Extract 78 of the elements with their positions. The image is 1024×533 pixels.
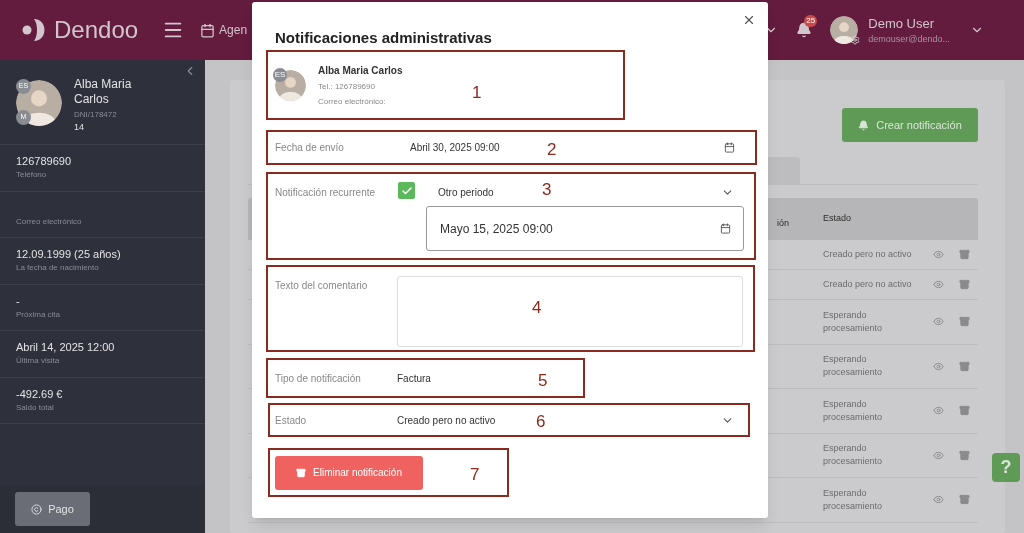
callout-number: 7 xyxy=(470,466,480,483)
view-icon[interactable] xyxy=(933,360,944,372)
end-date-field[interactable]: Mayo 15, 2025 09:00 xyxy=(426,206,744,251)
view-icon[interactable] xyxy=(933,249,944,260)
callout-number: 5 xyxy=(538,372,548,389)
info-value: 12.09.1999 (25 años) xyxy=(16,247,122,263)
recurrent-checkbox[interactable] xyxy=(398,182,415,199)
delete-icon[interactable] xyxy=(959,249,970,260)
notification-badge: 25 xyxy=(804,15,818,27)
patient-id: DNI/178472 xyxy=(74,109,118,121)
column-header: Estado xyxy=(823,213,852,223)
calendar-icon xyxy=(720,223,731,234)
bell-icon[interactable] xyxy=(796,22,813,38)
info-label: Correo electrónico xyxy=(16,215,83,228)
info-value: - xyxy=(16,293,21,309)
patient-name: Alba Maria Carlos xyxy=(74,77,133,107)
view-icon[interactable] xyxy=(933,316,944,328)
info-label: Teléfono xyxy=(16,169,48,182)
info-value: -492.69 € xyxy=(16,386,64,402)
delete-icon[interactable] xyxy=(959,449,970,461)
status-select[interactable]: Creado pero no activo xyxy=(397,412,496,428)
pay-button[interactable]: Pago xyxy=(15,492,90,526)
view-icon[interactable] xyxy=(933,279,944,290)
info-value: Abril 14, 2025 12:00 xyxy=(16,340,116,356)
status-cell-text: Esperando procesamiento xyxy=(823,308,884,335)
avatar-icon xyxy=(830,16,859,44)
field-label: Tipo de notificación xyxy=(275,371,362,386)
comment-textarea[interactable] xyxy=(397,276,743,347)
callout-number: 2 xyxy=(547,141,557,158)
status-cell-text: Esperando procesamiento xyxy=(823,397,884,424)
patient-number: 14 xyxy=(74,121,85,134)
brand-name: Dendoo xyxy=(54,15,139,45)
delete-icon[interactable] xyxy=(959,360,970,372)
bell-icon xyxy=(858,119,870,131)
delete-icon[interactable] xyxy=(959,494,970,506)
send-date-field[interactable]: Abril 30, 2025 09:00 xyxy=(410,140,500,155)
patient-email-label: Correo electrónico: xyxy=(318,95,387,108)
delete-icon[interactable] xyxy=(959,279,970,290)
status-cell-text: Creado pero no activo xyxy=(823,278,913,291)
user-name: Demo User xyxy=(868,14,936,33)
status-cell-text: Creado pero no activo xyxy=(823,248,913,261)
view-icon[interactable] xyxy=(933,494,944,506)
gear-icon xyxy=(850,35,861,45)
info-value: 126789690 xyxy=(16,154,73,170)
delete-icon[interactable] xyxy=(959,316,970,328)
calendar-icon[interactable] xyxy=(724,142,735,153)
view-icon[interactable] xyxy=(933,449,944,461)
trash-icon xyxy=(296,467,307,478)
period-select[interactable]: Otro periodo xyxy=(438,185,494,200)
dialog-title: Notificaciones administrativas xyxy=(275,28,493,48)
field-label: Fecha de envío xyxy=(275,141,345,155)
delete-icon[interactable] xyxy=(959,405,970,417)
patient-phone: Tel.: 126789690 xyxy=(318,80,376,93)
nav-link[interactable]: Agen xyxy=(219,21,248,39)
field-label: Notificación recurrente xyxy=(275,186,377,200)
close-icon[interactable] xyxy=(742,13,756,27)
info-label: Última visita xyxy=(16,355,61,368)
field-label: Texto del comentario xyxy=(275,279,369,293)
callout-number: 1 xyxy=(472,84,482,101)
coin-icon xyxy=(31,503,43,515)
view-icon[interactable] xyxy=(933,405,944,417)
info-label: Próxima cita xyxy=(16,308,61,321)
column-header: ión xyxy=(777,217,789,231)
callout-number: 4 xyxy=(532,299,542,316)
info-label: Saldo total xyxy=(16,401,55,414)
callout-number: 3 xyxy=(542,181,552,198)
calendar-icon[interactable] xyxy=(200,22,216,38)
check-icon xyxy=(400,184,413,197)
user-email: demouser@dendo... xyxy=(868,33,950,46)
status-cell-text: Esperando procesamiento xyxy=(823,442,884,469)
status-cell-text: Esperando procesamiento xyxy=(823,486,884,513)
type-value: Factura xyxy=(397,371,431,386)
callout-number: 6 xyxy=(536,413,546,430)
info-label: La fecha de nacimiento xyxy=(16,262,100,275)
status-cell-text: Esperando procesamiento xyxy=(823,353,884,380)
patient-name: Alba Maria Carlos xyxy=(318,63,403,78)
language-badge: ES xyxy=(273,67,287,82)
field-label: Estado xyxy=(275,413,308,428)
